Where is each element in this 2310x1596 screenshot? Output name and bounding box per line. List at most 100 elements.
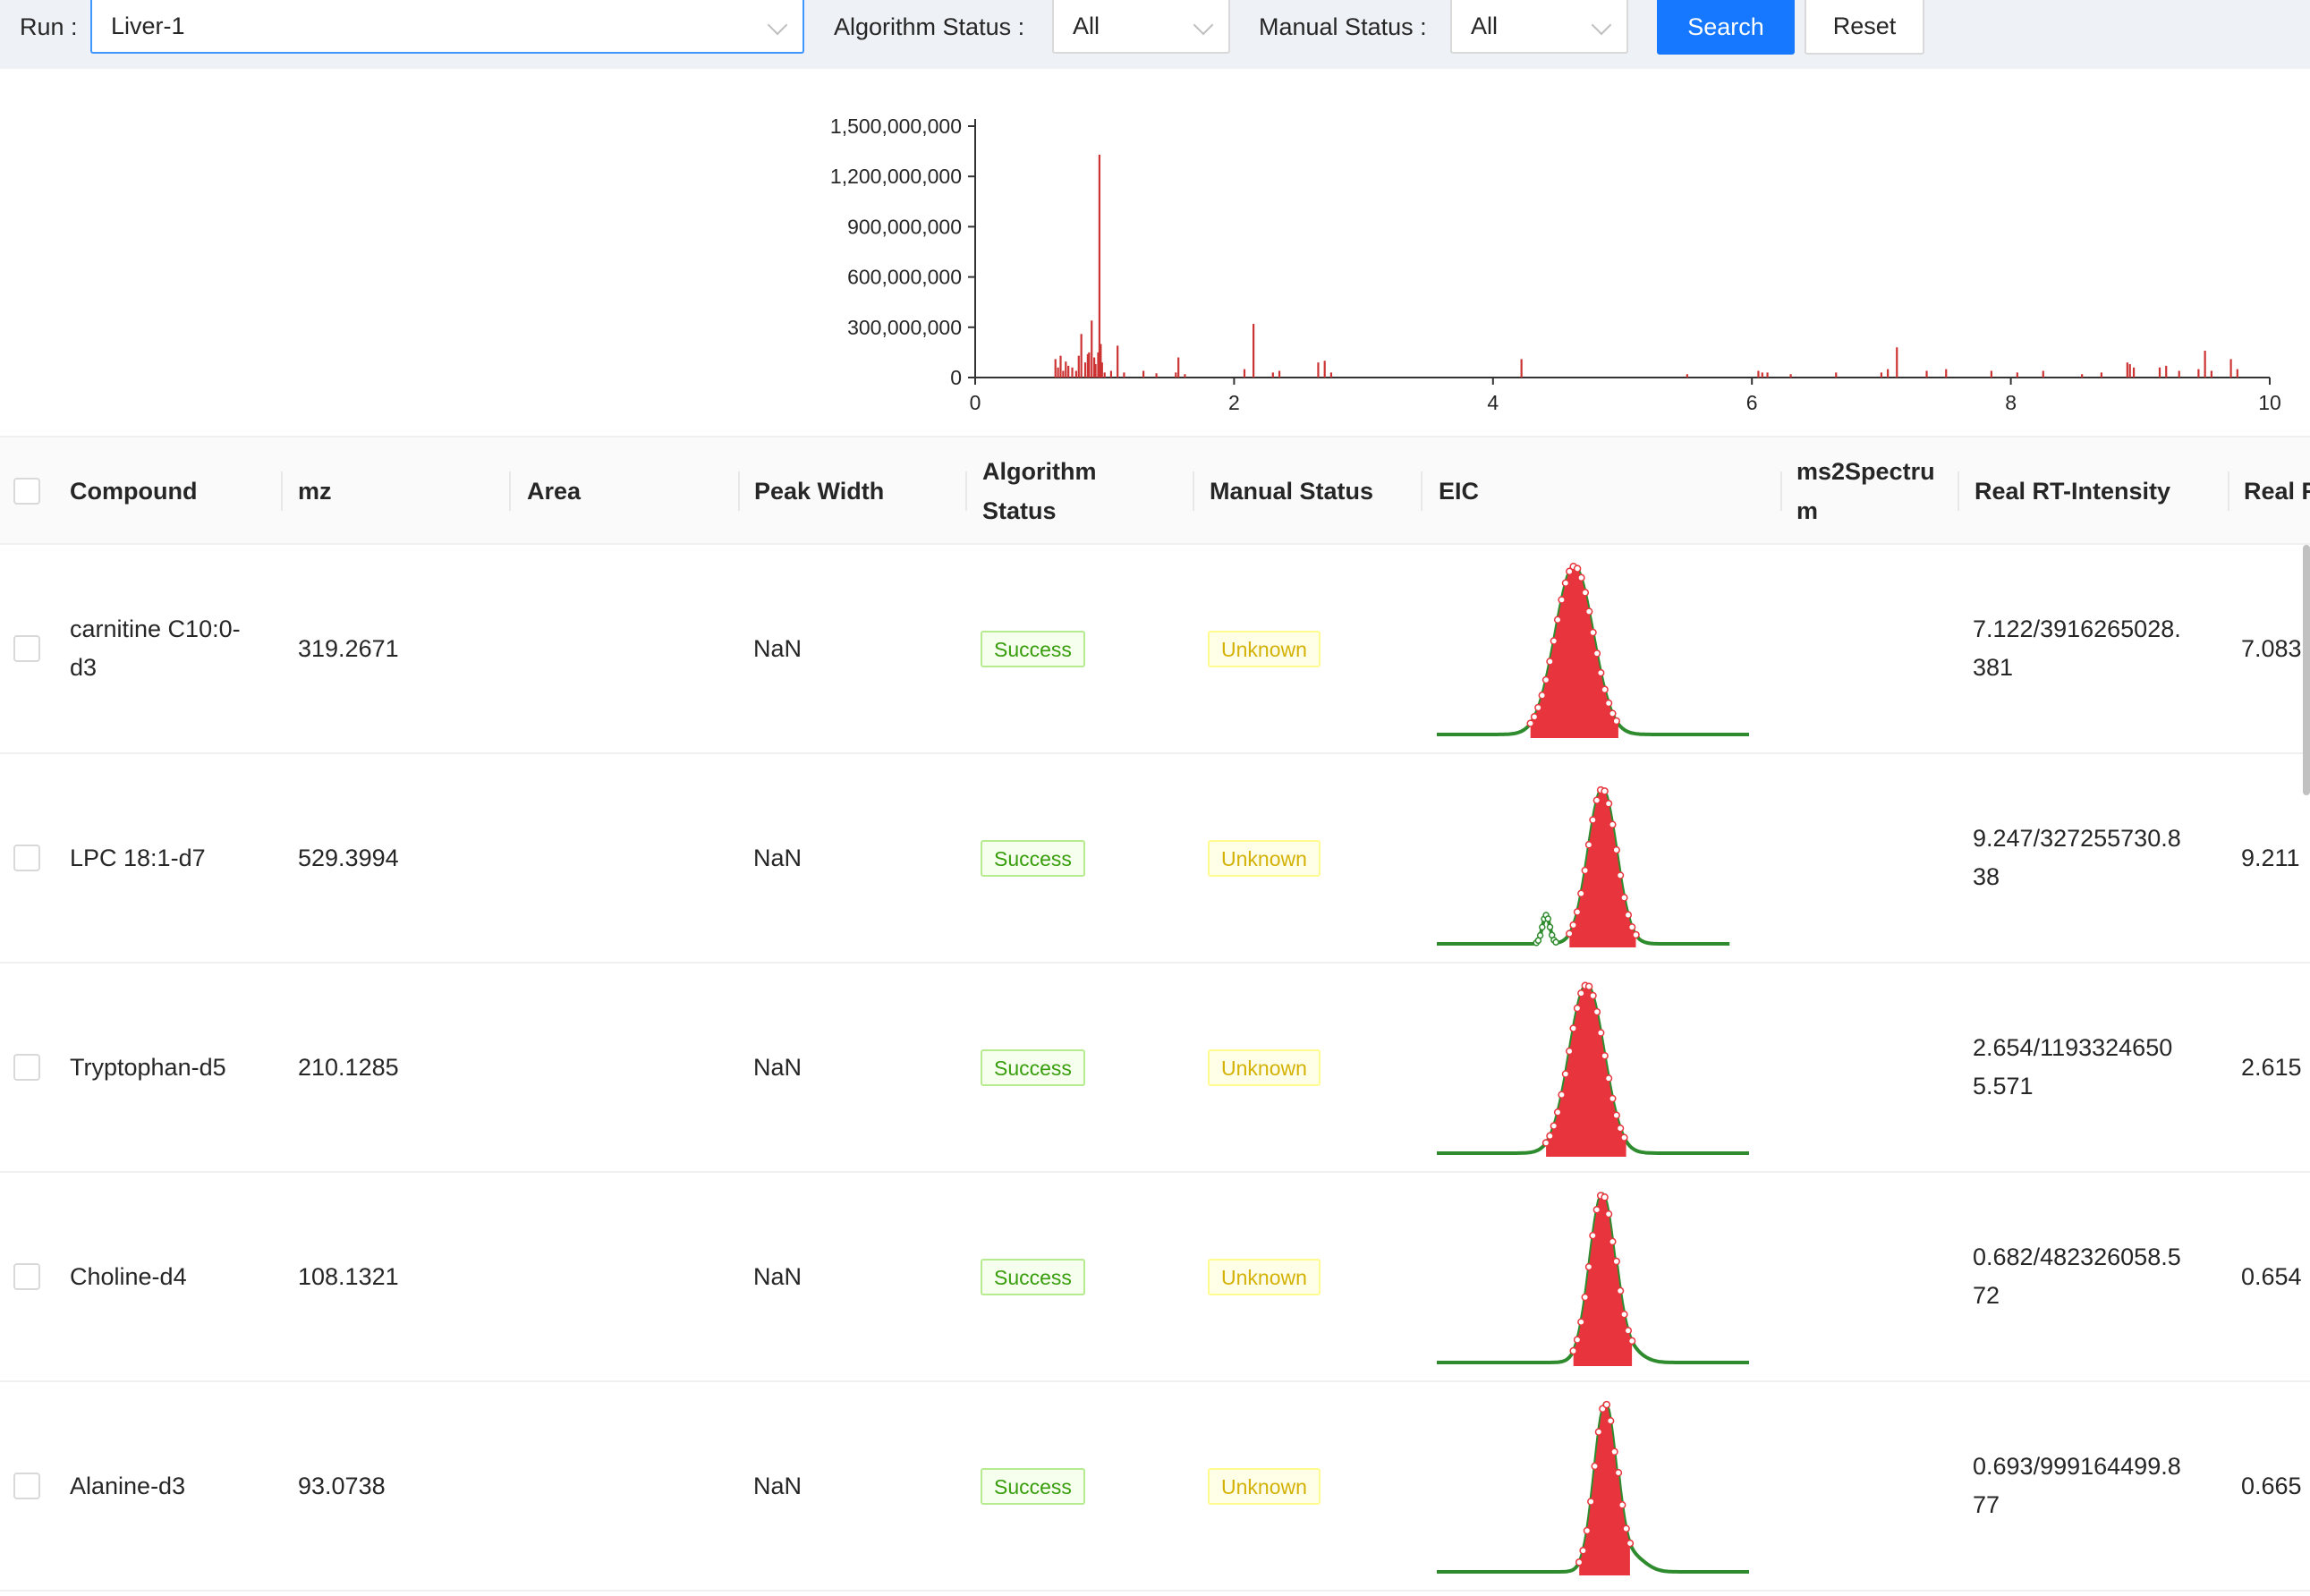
row-checkbox[interactable] — [13, 1054, 40, 1081]
manual-status-label: Manual Status : — [1259, 13, 1427, 40]
eic-chart[interactable] — [1431, 754, 1754, 962]
row-checkbox[interactable] — [13, 635, 40, 662]
column-header-real-rt-intensity[interactable]: Real RT-Intensity — [1975, 437, 2170, 545]
compound-table: Compound mz Area Peak Width Algorithm St… — [0, 436, 2310, 1596]
column-header-real-truncated[interactable]: Real F — [2244, 437, 2310, 545]
compound-name-line1: Alanine-d3 — [70, 1472, 186, 1499]
eic-peak-marker — [1579, 1547, 1587, 1555]
run-select[interactable]: Liver-1 — [90, 0, 804, 54]
column-header-algorithm-status[interactable]: Algorithm Status — [982, 437, 1097, 545]
eic-peak-marker — [1612, 1111, 1620, 1119]
reset-button[interactable]: Reset — [1805, 0, 1924, 55]
y-tick-label: 1,500,000,000 — [830, 115, 962, 138]
cell-algorithm-status: Success — [981, 754, 1085, 962]
eic-chart[interactable] — [1431, 964, 1754, 1171]
eic-peak-marker — [1577, 1318, 1585, 1326]
column-header-peak-width[interactable]: Peak Width — [754, 437, 884, 545]
rt-intensity-line2: 77 — [1973, 1491, 2000, 1518]
cell-compound: Alanine-d3 — [70, 1382, 276, 1590]
eic-peak-marker — [1573, 1004, 1582, 1013]
column-divider — [965, 471, 967, 511]
cell-compound: LPC 18:1-d7 — [70, 754, 276, 962]
eic-peak-marker — [1534, 703, 1542, 712]
rt-intensity-line1: 9.247/327255730.8 — [1973, 825, 2181, 852]
table-row[interactable]: Choline-d4 108.1321 NaN Success Unknown 0.682… — [0, 1173, 2310, 1382]
manual-status-select-value: All — [1471, 13, 1499, 39]
column-header-algorithm-status-line2: Status — [982, 497, 1057, 524]
column-header-eic[interactable]: EIC — [1439, 437, 1479, 545]
eic-peak-marker — [1573, 1336, 1582, 1344]
algorithm-status-badge: Success — [981, 630, 1085, 667]
cell-mz: 210.1285 — [298, 1053, 399, 1081]
column-header-mz[interactable]: mz — [298, 437, 332, 545]
eic-chart[interactable] — [1431, 1173, 1754, 1380]
eic-secondary-marker — [1536, 931, 1544, 939]
column-header-area[interactable]: Area — [527, 437, 581, 545]
eic-peak-marker — [1569, 921, 1577, 930]
eic-peak-marker — [1581, 589, 1590, 597]
search-button[interactable]: Search — [1657, 0, 1795, 55]
eic-peak-marker — [1612, 1257, 1620, 1266]
run-label: Run : — [20, 13, 78, 40]
eic-chart[interactable] — [1431, 1382, 1754, 1590]
eic-peak-marker — [1561, 1070, 1570, 1078]
compound-name-line2: d3 — [70, 654, 98, 681]
y-tick-label: 300,000,000 — [847, 316, 962, 339]
manual-status-select[interactable]: All — [1450, 0, 1628, 54]
eic-peak-marker — [1583, 1526, 1592, 1535]
column-divider — [1421, 471, 1423, 511]
column-header-compound[interactable]: Compound — [70, 437, 197, 545]
cell-peak-width: NaN — [753, 844, 803, 871]
column-divider — [738, 471, 740, 511]
eic-peak-marker — [1596, 668, 1605, 677]
table-row[interactable]: Alanine-d3 93.0738 NaN Success Unknown 0.693/… — [0, 1382, 2310, 1592]
eic-peak-marker — [1550, 1122, 1558, 1130]
algorithm-status-select[interactable]: All — [1052, 0, 1230, 54]
table-row[interactable]: carnitine C10:0- d3 319.2671 NaN Success Unkn… — [0, 545, 2310, 754]
manual-status-badge: Unknown — [1208, 630, 1321, 667]
rt-intensity-line1: 2.654/1193324650 — [1973, 1034, 2173, 1061]
algorithm-status-badge: Success — [981, 1258, 1085, 1295]
manual-status-badge: Unknown — [1208, 1258, 1321, 1295]
filter-toolbar: Run : Liver-1 Algorithm Status : All Man… — [0, 0, 2310, 69]
row-checkbox[interactable] — [13, 845, 40, 871]
column-divider — [1958, 471, 1959, 511]
eic-peak-marker — [1604, 699, 1613, 708]
cell-real-rt-intensity: 0.693/999164499.8 77 — [1973, 1382, 2181, 1590]
table-row[interactable]: LPC 18:1-d7 529.3994 NaN Success Unknown 9.24… — [0, 754, 2310, 964]
eic-peak-marker — [1601, 787, 1609, 795]
cell-real-rt-intensity: 2.654/1193324650 5.571 — [1973, 964, 2172, 1171]
algorithm-status-label: Algorithm Status : — [834, 13, 1025, 40]
eic-peak-marker — [1612, 717, 1620, 726]
eic-peak-marker — [1581, 866, 1590, 875]
cell-real-rt-intensity: 0.682/482326058.5 72 — [1973, 1173, 2181, 1380]
table-row[interactable]: Tryptophan-d5 210.1285 NaN Success Unknown 2.… — [0, 964, 2310, 1173]
eic-chart[interactable] — [1431, 545, 1754, 752]
x-tick-label: 2 — [1228, 391, 1240, 414]
eic-peak-area — [1573, 1194, 1633, 1366]
row-checkbox[interactable] — [13, 1263, 40, 1290]
eic-peak-marker — [1553, 615, 1562, 624]
eic-peak-marker — [1566, 930, 1574, 938]
column-header-manual-status[interactable]: Manual Status — [1210, 437, 1373, 545]
x-tick-label: 4 — [1487, 391, 1499, 414]
eic-peak-marker — [1591, 1462, 1599, 1471]
eic-peak-marker — [1592, 796, 1601, 804]
eic-peak-marker — [1624, 1327, 1633, 1335]
run-label-text: Run — [20, 13, 64, 40]
eic-peak-marker — [1550, 637, 1558, 645]
column-header-ms2-spectrum[interactable]: ms2Spectru m — [1796, 437, 1935, 545]
eic-peak-marker — [1558, 1091, 1566, 1099]
eic-peak-marker — [1575, 1558, 1584, 1566]
eic-peak-marker — [1609, 1237, 1617, 1246]
eic-peak-marker — [1606, 1416, 1615, 1425]
eic-peak-marker — [1618, 1501, 1626, 1509]
rt-intensity-line1: 0.682/482326058.5 — [1973, 1244, 2181, 1270]
cell-real-rt-intensity: 7.122/3916265028. 381 — [1973, 545, 2181, 752]
eic-peak-marker — [1589, 1231, 1597, 1240]
row-checkbox[interactable] — [13, 1473, 40, 1499]
table-scrollbar[interactable] — [2303, 545, 2310, 795]
cell-mz: 93.0738 — [298, 1472, 386, 1499]
select-all-checkbox[interactable] — [13, 478, 40, 505]
cell-peak-width: NaN — [753, 1262, 803, 1290]
